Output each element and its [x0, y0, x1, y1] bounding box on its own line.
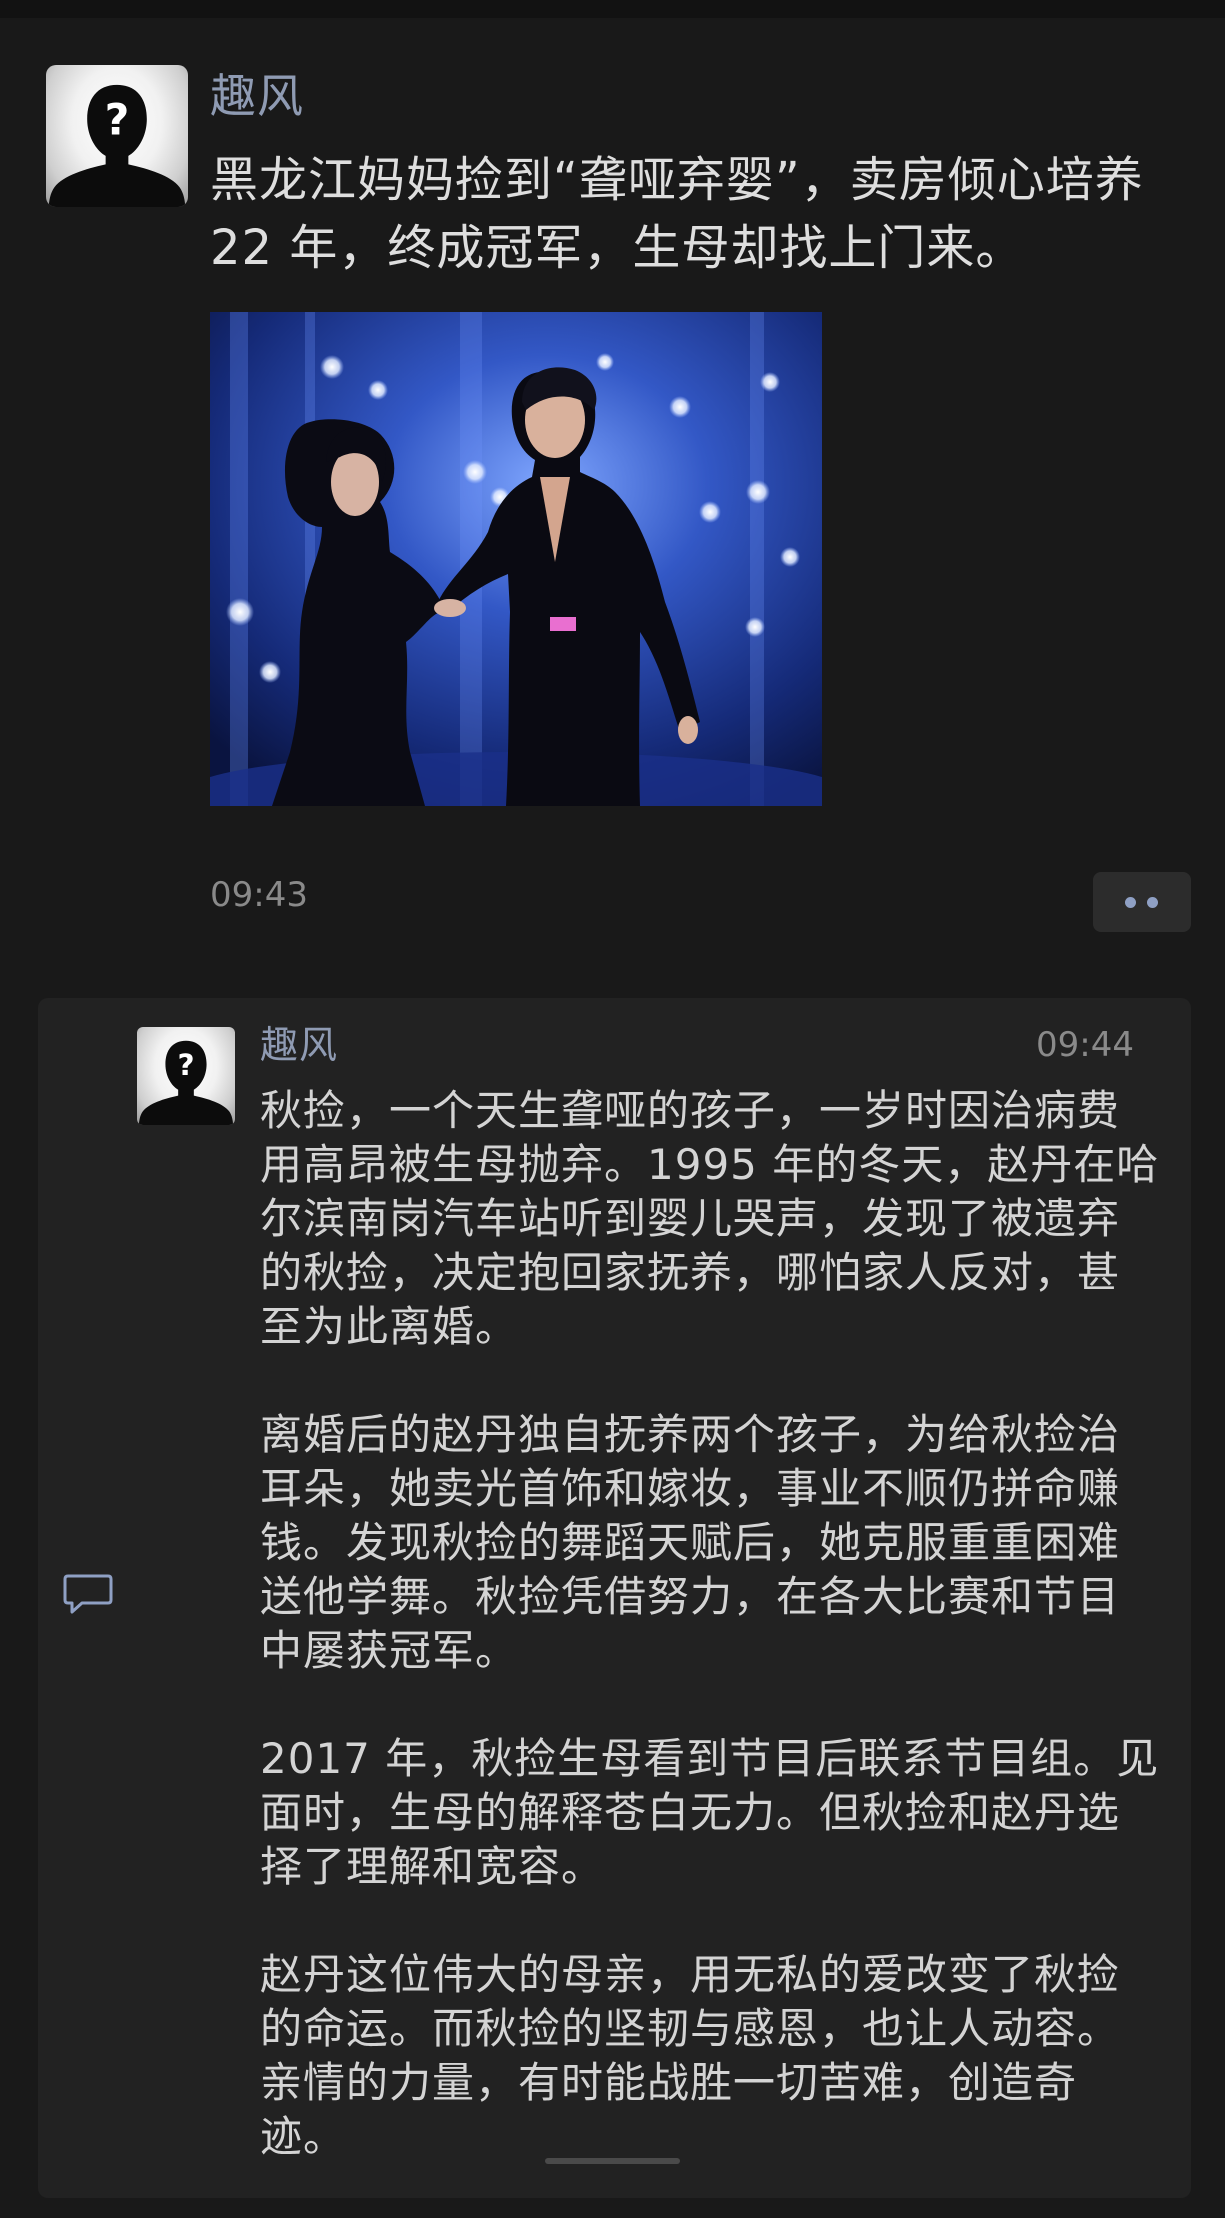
comment-author-name[interactable]: 趣风: [260, 1020, 338, 1070]
post-timestamp: 09:43: [210, 875, 308, 915]
svg-text:?: ?: [177, 1048, 194, 1082]
post-author-name[interactable]: 趣风: [210, 66, 304, 126]
comment-author-avatar[interactable]: ?: [137, 1027, 235, 1125]
comment-timestamp: 09:44: [1036, 1025, 1134, 1065]
more-options-button[interactable]: [1093, 872, 1191, 932]
post-photo[interactable]: [210, 312, 822, 806]
svg-text:?: ?: [105, 96, 130, 146]
post-author-avatar[interactable]: ?: [46, 65, 188, 207]
comment-paragraph: 赵丹这位伟大的母亲，用无私的爱改变了秋捡的命运。而秋捡的坚韧与感恩，也让人动容。…: [260, 1950, 1121, 2161]
post-text: 黑龙江妈妈捡到“聋哑弃婴”，卖房倾心培养22 年，终成冠军，生母却找上门来。: [210, 152, 1144, 276]
more-dots-icon: [1125, 897, 1136, 908]
comment-paragraph: 秋捡，一个天生聋哑的孩子，一岁时因治病费用高昂被生母抛弃。1995 年的冬天，赵…: [260, 1086, 1160, 1351]
status-bar-strip: [0, 0, 1225, 18]
more-dots-icon: [1147, 897, 1158, 908]
comment-text: 秋捡，一个天生聋哑的孩子，一岁时因治病费用高昂被生母抛弃。1995 年的冬天，赵…: [260, 1084, 1160, 2218]
anonymous-silhouette-icon: ?: [138, 1040, 234, 1125]
comment-bubble-icon[interactable]: [62, 1572, 114, 1616]
comment-paragraph: 2017 年，秋捡生母看到节目后联系节目组。见面时，生母的解释苍白无力。但秋捡和…: [260, 1734, 1160, 1891]
home-indicator: [545, 2158, 680, 2164]
comment-paragraph: 离婚后的赵丹独自抚养两个孩子，为给秋捡治耳朵，她卖光首饰和嫁妆，事业不顺仍拼命赚…: [260, 1410, 1121, 1675]
anonymous-silhouette-icon: ?: [48, 84, 186, 207]
